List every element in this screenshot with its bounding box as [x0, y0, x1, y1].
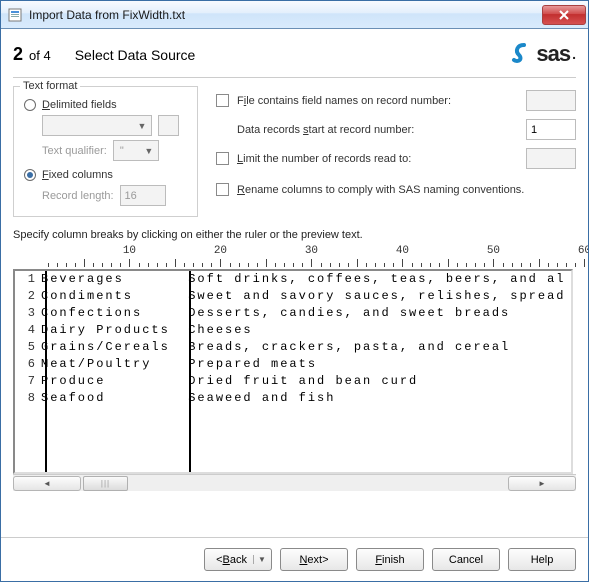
- preview-pane[interactable]: 1Beverages Soft drinks, coffees, teas, b…: [13, 269, 573, 474]
- delimiter-combo[interactable]: ▼: [42, 115, 152, 136]
- scroll-right-button[interactable]: ►: [508, 476, 576, 491]
- dialog-window: Import Data from FixWidth.txt 2 of 4 Sel…: [0, 0, 589, 582]
- rename-label: Rename columns to comply with SAS naming…: [237, 184, 576, 196]
- table-row[interactable]: 4Dairy Products Cheeses: [19, 322, 571, 339]
- text-format-group: Text format Delimited fields ▼ Text qual…: [13, 86, 198, 217]
- rename-row: Rename columns to comply with SAS naming…: [216, 183, 576, 196]
- row-number: 4: [19, 322, 41, 339]
- row-text[interactable]: Produce Dried fruit and bean curd: [41, 373, 418, 390]
- column-break-line[interactable]: [189, 271, 191, 472]
- app-icon: [7, 7, 23, 23]
- delimited-radio[interactable]: [24, 99, 36, 111]
- row-number: 7: [19, 373, 41, 390]
- logo-text: sas: [536, 41, 570, 67]
- step-number: 2: [13, 44, 23, 65]
- limit-checkbox[interactable]: [216, 152, 229, 165]
- help-button[interactable]: Help: [508, 548, 576, 571]
- row-text[interactable]: Grains/Cereals Breads, crackers, pasta, …: [41, 339, 510, 356]
- table-row[interactable]: 1Beverages Soft drinks, coffees, teas, b…: [19, 271, 571, 288]
- preview-text[interactable]: 1Beverages Soft drinks, coffees, teas, b…: [15, 271, 571, 407]
- table-row[interactable]: 3Confections Desserts, candies, and swee…: [19, 305, 571, 322]
- table-row[interactable]: 2Condiments Sweet and savory sauces, rel…: [19, 288, 571, 305]
- text-qualifier-row: Text qualifier: "▼: [42, 140, 187, 161]
- options-row: Text format Delimited fields ▼ Text qual…: [13, 86, 576, 217]
- fixed-radio[interactable]: [24, 169, 36, 181]
- row-number: 8: [19, 390, 41, 407]
- start-record-input[interactable]: 1: [526, 119, 576, 140]
- limit-row: Limit the number of records read to:: [216, 148, 576, 169]
- wizard-footer: <Back▼ Next> Finish Cancel Help: [1, 537, 588, 581]
- delimiter-combo-row: ▼: [42, 115, 187, 136]
- step-indicator: 2 of 4 Select Data Source: [13, 44, 195, 65]
- field-names-input[interactable]: [526, 90, 576, 111]
- row-text[interactable]: Meat/Poultry Prepared meats: [41, 356, 317, 373]
- delimited-label: Delimited fields: [42, 99, 117, 111]
- next-button[interactable]: Next>: [280, 548, 348, 571]
- table-row[interactable]: 7Produce Dried fruit and bean curd: [19, 373, 571, 390]
- break-handle-icon: [185, 269, 195, 271]
- row-text[interactable]: Confections Desserts, candies, and sweet…: [41, 305, 510, 322]
- record-length-label: Record length:: [42, 190, 114, 202]
- wizard-header: 2 of 4 Select Data Source sas.: [13, 41, 576, 67]
- finish-button[interactable]: Finish: [356, 548, 424, 571]
- row-number: 3: [19, 305, 41, 322]
- title-bar: Import Data from FixWidth.txt: [1, 1, 588, 29]
- field-names-checkbox[interactable]: [216, 94, 229, 107]
- text-qualifier-value: ": [116, 145, 142, 157]
- row-number: 5: [19, 339, 41, 356]
- chevron-down-icon: ▼: [135, 121, 149, 131]
- close-button[interactable]: [542, 5, 586, 25]
- chevron-down-icon: ▼: [142, 146, 156, 156]
- record-length-row: Record length: 16: [42, 185, 187, 206]
- text-qualifier-combo[interactable]: "▼: [113, 140, 159, 161]
- column-start-line[interactable]: [45, 271, 47, 472]
- scroll-left-button[interactable]: ◄: [13, 476, 81, 491]
- row-text[interactable]: Beverages Soft drinks, coffees, teas, be…: [41, 271, 565, 288]
- divider: [13, 77, 576, 78]
- row-text[interactable]: Condiments Sweet and savory sauces, reli…: [41, 288, 565, 305]
- fixed-label: Fixed columns: [42, 169, 113, 181]
- row-number: 1: [19, 271, 41, 288]
- row-number: 2: [19, 288, 41, 305]
- limit-input[interactable]: [526, 148, 576, 169]
- field-names-label: File contains field names on record numb…: [237, 95, 518, 107]
- fixed-radio-row[interactable]: Fixed columns: [24, 169, 187, 181]
- delimited-radio-row[interactable]: Delimited fields: [24, 99, 187, 111]
- specify-label: Specify column breaks by clicking on eit…: [13, 229, 576, 241]
- text-qualifier-label: Text qualifier:: [42, 145, 107, 157]
- limit-label: Limit the number of records read to:: [237, 153, 518, 165]
- start-record-row: Data records start at record number: 1: [216, 119, 576, 140]
- dialog-content: 2 of 4 Select Data Source sas. Text form…: [1, 29, 588, 537]
- ruler[interactable]: 102030405060: [13, 245, 559, 267]
- back-button[interactable]: <Back▼: [204, 548, 272, 571]
- cancel-button[interactable]: Cancel: [432, 548, 500, 571]
- row-number: 6: [19, 356, 41, 373]
- break-handle-icon: [41, 269, 51, 271]
- step-total: of 4: [29, 48, 51, 63]
- file-options: File contains field names on record numb…: [216, 86, 576, 217]
- table-row[interactable]: 8Seafood Seaweed and fish: [19, 390, 571, 407]
- chevron-down-icon: ▼: [253, 555, 266, 564]
- table-row[interactable]: 6Meat/Poultry Prepared meats: [19, 356, 571, 373]
- record-length-input[interactable]: 16: [120, 185, 166, 206]
- field-names-row: File contains field names on record numb…: [216, 90, 576, 111]
- horizontal-scrollbar[interactable]: ◄ ||| ►: [13, 474, 576, 491]
- sas-logo: sas.: [510, 41, 576, 67]
- text-format-legend: Text format: [20, 80, 80, 92]
- scroll-thumb[interactable]: |||: [83, 476, 128, 491]
- window-title: Import Data from FixWidth.txt: [29, 8, 542, 22]
- ruler-container: 102030405060: [13, 245, 576, 267]
- row-text[interactable]: Dairy Products Cheeses: [41, 322, 253, 339]
- scroll-track[interactable]: |||: [81, 476, 508, 491]
- page-title: Select Data Source: [75, 47, 196, 63]
- start-record-label: Data records start at record number:: [237, 124, 518, 136]
- rename-checkbox[interactable]: [216, 183, 229, 196]
- table-row[interactable]: 5Grains/Cereals Breads, crackers, pasta,…: [19, 339, 571, 356]
- delimiter-button[interactable]: [158, 115, 179, 136]
